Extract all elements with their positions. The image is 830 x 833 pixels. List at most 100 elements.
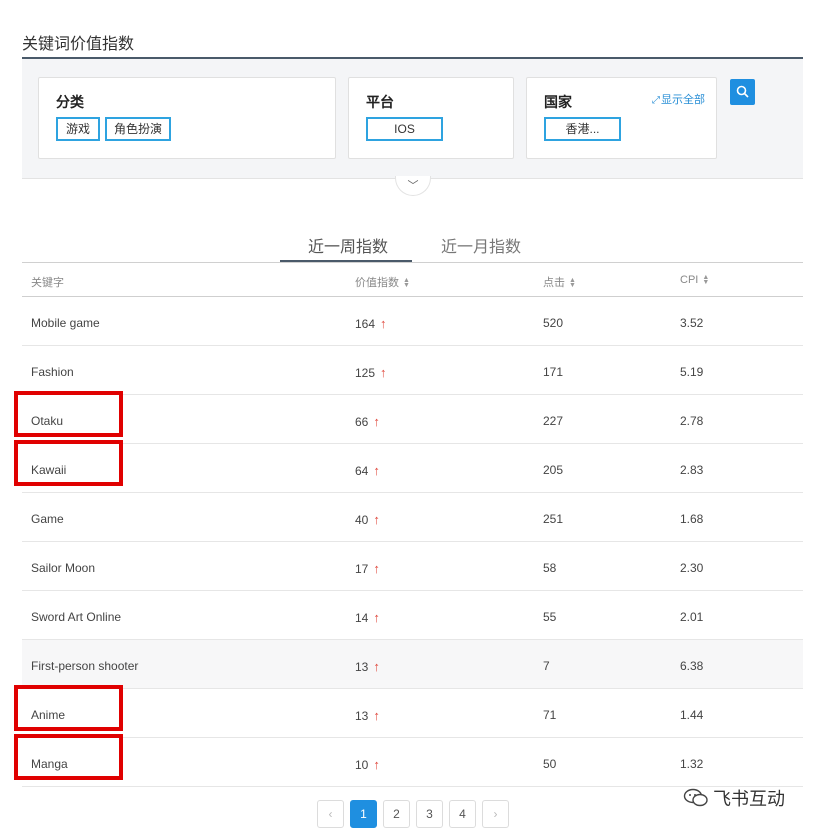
- header-value-index[interactable]: 价值指数 ▲ ▼: [355, 274, 410, 290]
- cell-cpi: 2.01: [680, 610, 703, 624]
- cpi-value: 2.78: [680, 414, 704, 428]
- header-cpi[interactable]: CPI ▲ ▼: [680, 274, 709, 286]
- highlight-box: [14, 391, 123, 437]
- table-row[interactable]: Game 40 ↑ 251 1.68: [22, 493, 803, 542]
- table-row[interactable]: Fashion 125 ↑ 171 5.19: [22, 346, 803, 395]
- trend-up-icon: ↑: [373, 659, 380, 674]
- page-3-button[interactable]: 3: [416, 800, 443, 828]
- cell-index: 10 ↑: [355, 757, 380, 772]
- index-value: 13: [355, 709, 369, 723]
- table-row[interactable]: First-person shooter 13 ↑ 7 6.38: [22, 640, 803, 689]
- page-title: 关键词价值指数: [22, 36, 135, 53]
- cell-index: 125 ↑: [355, 365, 387, 380]
- keyword-value: Sword Art Online: [31, 610, 122, 624]
- tab-week-index[interactable]: 近一周指数: [308, 233, 388, 257]
- index-value: 10: [355, 758, 369, 772]
- table-row[interactable]: Mobile game 164 ↑ 520 3.52: [22, 297, 803, 346]
- cell-cpi: 5.19: [680, 365, 703, 379]
- table-row[interactable]: Sailor Moon 17 ↑ 58 2.30: [22, 542, 803, 591]
- cell-cpi: 1.32: [680, 757, 703, 771]
- trend-up-icon: ↑: [373, 610, 380, 625]
- cell-clicks: 171: [543, 365, 563, 379]
- cpi-value: 2.83: [680, 463, 704, 477]
- cell-cpi: 1.68: [680, 512, 703, 526]
- chevron-down-icon: ﹀: [407, 180, 419, 192]
- table-row[interactable]: Anime 13 ↑ 71 1.44: [22, 689, 803, 738]
- table-row[interactable]: Otaku 66 ↑ 227 2.78: [22, 395, 803, 444]
- table-row[interactable]: Kawaii 64 ↑ 205 2.83: [22, 444, 803, 493]
- cell-index: 13 ↑: [355, 659, 380, 674]
- cell-clicks: 55: [543, 610, 556, 624]
- show-all-link[interactable]: ⤢显示全部: [652, 91, 705, 107]
- sort-icon: ▲ ▼: [403, 277, 410, 289]
- clicks-value: 520: [543, 316, 564, 330]
- header-cpi-label: CPI: [680, 274, 699, 286]
- cpi-value: 5.19: [680, 365, 704, 379]
- expand-filters-button[interactable]: ﹀: [395, 176, 431, 196]
- header-value-index-label: 价值指数: [355, 277, 399, 289]
- index-value: 64: [355, 464, 369, 478]
- trend-up-icon: ↑: [373, 414, 380, 429]
- highlight-box: [14, 734, 123, 780]
- table-row[interactable]: Sword Art Online 14 ↑ 55 2.01: [22, 591, 803, 640]
- cell-keyword: Fashion: [31, 365, 74, 379]
- filter-chip-hongkong[interactable]: 香港...: [544, 117, 621, 141]
- cell-index: 64 ↑: [355, 463, 380, 478]
- clicks-value: 71: [543, 708, 557, 722]
- filter-chip-rpg[interactable]: 角色扮演: [105, 117, 171, 141]
- index-value: 14: [355, 611, 369, 625]
- filter-card-country: 国家 ⤢显示全部 香港...: [526, 77, 717, 159]
- trend-up-icon: ↑: [380, 365, 387, 380]
- show-all-label: 显示全部: [661, 94, 705, 106]
- table-header: 关键字 价值指数 ▲ ▼ 点击 ▲ ▼ CPI ▲ ▼: [22, 263, 803, 297]
- cell-clicks: 7: [543, 659, 550, 673]
- filter-card-platform: 平台 IOS: [348, 77, 514, 159]
- filter-chip-game[interactable]: 游戏: [56, 117, 100, 141]
- clicks-value: 251: [543, 512, 564, 526]
- cell-index: 40 ↑: [355, 512, 380, 527]
- keyword-table: 关键字 价值指数 ▲ ▼ 点击 ▲ ▼ CPI ▲ ▼ Mobile game 164 ↑ 520…: [22, 263, 803, 787]
- index-value: 125: [355, 366, 376, 380]
- next-page-button[interactable]: ›: [482, 800, 509, 828]
- filter-panel: 分类 游戏 角色扮演 平台 IOS 国家 ⤢显示全部 香港...: [22, 59, 803, 179]
- trend-up-icon: ↑: [373, 708, 380, 723]
- cell-clicks: 520: [543, 316, 563, 330]
- cell-keyword: First-person shooter: [31, 659, 138, 673]
- cpi-value: 1.44: [680, 708, 704, 722]
- filter-chip-ios[interactable]: IOS: [366, 117, 443, 141]
- page-2-button[interactable]: 2: [383, 800, 410, 828]
- prev-page-button[interactable]: ‹: [317, 800, 344, 828]
- clicks-value: 7: [543, 659, 550, 673]
- sort-icon: ▲ ▼: [702, 274, 710, 286]
- cell-keyword: Sword Art Online: [31, 610, 121, 624]
- cell-clicks: 205: [543, 463, 563, 477]
- clicks-value: 55: [543, 610, 557, 624]
- index-tabs: 近一周指数 近一月指数: [22, 230, 803, 264]
- cell-index: 17 ↑: [355, 561, 380, 576]
- cpi-value: 2.30: [680, 561, 704, 575]
- cpi-value: 1.32: [680, 757, 704, 771]
- table-row[interactable]: Manga 10 ↑ 50 1.32: [22, 738, 803, 787]
- cell-cpi: 2.83: [680, 463, 703, 477]
- filter-card-category: 分类 游戏 角色扮演: [38, 77, 336, 159]
- cell-keyword: Sailor Moon: [31, 561, 95, 575]
- search-button[interactable]: [730, 79, 755, 105]
- header-clicks[interactable]: 点击 ▲ ▼: [543, 274, 576, 290]
- clicks-value: 58: [543, 561, 557, 575]
- tab-month-index[interactable]: 近一月指数: [441, 233, 521, 257]
- cell-clicks: 227: [543, 414, 563, 428]
- search-icon: [736, 85, 749, 98]
- page-1-button[interactable]: 1: [350, 800, 377, 828]
- highlight-box: [14, 685, 123, 731]
- index-value: 40: [355, 513, 369, 527]
- sort-icon: ▲ ▼: [569, 277, 576, 289]
- trend-up-icon: ↑: [373, 463, 380, 478]
- cell-index: 14 ↑: [355, 610, 380, 625]
- cell-cpi: 3.52: [680, 316, 703, 330]
- filter-country-title: 国家: [544, 94, 572, 110]
- keyword-value: First-person shooter: [31, 659, 139, 673]
- cell-index: 13 ↑: [355, 708, 380, 723]
- cell-clicks: 58: [543, 561, 556, 575]
- wechat-logo-icon: [683, 788, 708, 807]
- page-4-button[interactable]: 4: [449, 800, 476, 828]
